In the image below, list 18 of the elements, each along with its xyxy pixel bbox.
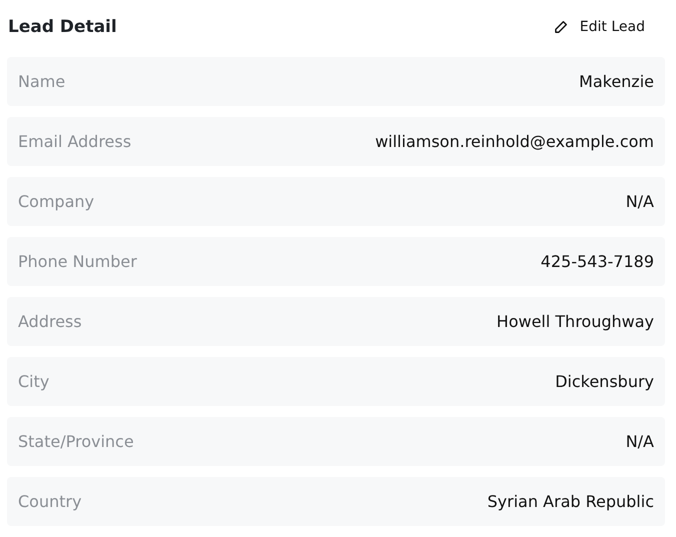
field-label: Name [18, 72, 66, 91]
field-value: Makenzie [579, 72, 654, 91]
field-value: N/A [626, 192, 654, 211]
field-value: Dickensbury [555, 372, 654, 391]
field-label: Email Address [18, 132, 132, 151]
field-label: Company [18, 192, 94, 211]
field-label: City [18, 372, 50, 391]
field-label: Country [18, 492, 82, 511]
field-label: Address [18, 312, 82, 331]
field-value: Syrian Arab Republic [487, 492, 654, 511]
page-title: Lead Detail [7, 17, 117, 37]
field-value: 425-543-7189 [540, 252, 654, 271]
field-value: Howell Throughway [496, 312, 654, 331]
field-label: Phone Number [18, 252, 137, 271]
pencil-icon [554, 20, 568, 34]
field-value: N/A [626, 432, 654, 451]
field-label: State/Province [18, 432, 134, 451]
field-value: williamson.reinhold@example.com [375, 132, 654, 151]
